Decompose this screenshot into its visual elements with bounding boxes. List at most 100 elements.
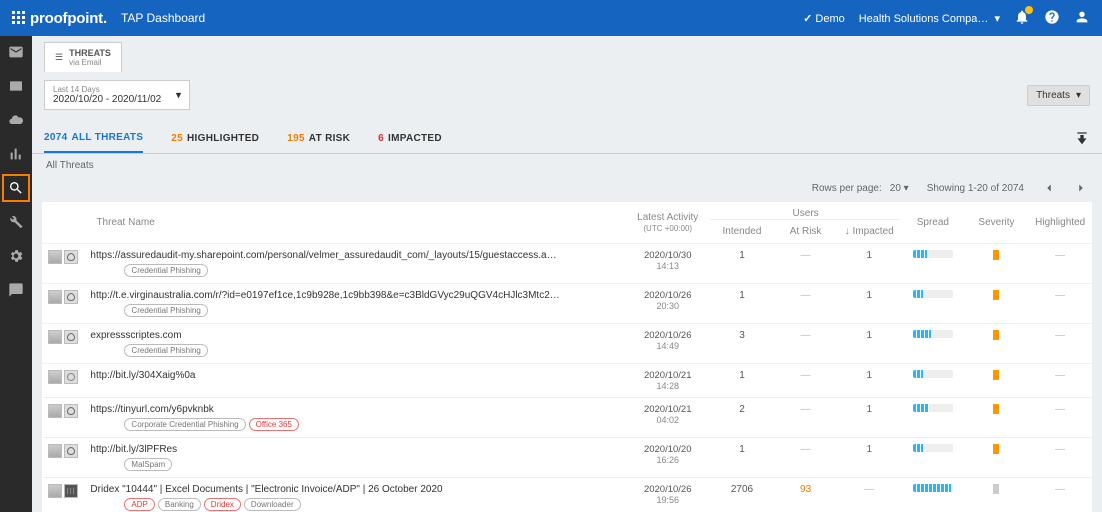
highlighted-cell: — [1028, 244, 1092, 284]
threat-type-icon [48, 404, 62, 418]
intended-count: 1 [739, 370, 745, 381]
impacted-count: 1 [866, 444, 872, 455]
threat-type-icon [48, 330, 62, 344]
threat-type-icon [48, 444, 62, 458]
bell-icon[interactable] [1014, 9, 1030, 28]
search-icon[interactable] [8, 180, 24, 196]
severity-cell [965, 364, 1029, 398]
threat-tag: Credential Phishing [124, 304, 207, 317]
threat-type-icon [48, 484, 62, 498]
threat-name-link[interactable]: http://bit.ly/304Xaig%0a [90, 370, 195, 381]
col-users-group: Users [710, 202, 901, 220]
at-risk-count: 93 [800, 484, 811, 495]
threat-name-link[interactable]: expressscriptes.com [90, 330, 181, 341]
pagination: Rows per page:20 ▾ Showing 1-20 of 2074 [32, 177, 1102, 201]
rows-per-page-select[interactable]: 20 ▾ [890, 183, 909, 194]
threat-time: 04:02 [631, 415, 704, 425]
impacted-count: 1 [866, 404, 872, 415]
page-title: TAP Dashboard [121, 11, 205, 25]
col-impacted[interactable]: ↓ Impacted [845, 226, 894, 237]
threat-tag: Banking [158, 498, 201, 511]
threat-time: 14:13 [631, 261, 704, 271]
next-page-button[interactable] [1074, 181, 1088, 195]
col-intended[interactable]: Intended [723, 226, 762, 237]
mail-icon[interactable] [8, 44, 24, 60]
col-spread[interactable]: Spread [917, 217, 949, 228]
threat-time: 16:26 [631, 455, 704, 465]
tab-sublabel: via Email [69, 58, 111, 67]
col-highlighted[interactable]: Highlighted [1035, 217, 1085, 228]
download-icon[interactable] [1074, 131, 1090, 147]
tab-at-risk[interactable]: 195AT RISK [287, 125, 350, 152]
threat-tag: Office 365 [249, 418, 299, 431]
spread-bar [913, 404, 953, 412]
breadcrumb: All Threats [32, 154, 1102, 177]
caret-down-icon: ▾ [1076, 90, 1081, 101]
tab-impacted[interactable]: 6IMPACTED [378, 125, 442, 152]
company-switcher[interactable]: Health Solutions Compa… ▾ [859, 12, 1000, 25]
table-row[interactable]: https://assuredaudit-my.sharepoint.com/p… [42, 244, 1092, 284]
threat-name-link[interactable]: https://assuredaudit-my.sharepoint.com/p… [90, 250, 560, 261]
threat-name-link[interactable]: http://t.e.virginaustralia.com/r/?id=e01… [90, 290, 560, 301]
threat-tag: MalSpam [124, 458, 172, 471]
wrench-icon[interactable] [8, 214, 24, 230]
spread-bar [913, 444, 953, 452]
caret-down-icon: ▾ [176, 89, 182, 102]
severity-cell [965, 438, 1029, 478]
col-latest[interactable]: Latest Activity [637, 212, 698, 223]
date-range-picker[interactable]: Last 14 Days 2020/10/20 - 2020/11/02 ▾ [44, 80, 190, 110]
intended-count: 2706 [731, 484, 753, 495]
threat-indicator-icon [64, 290, 78, 304]
showing-label: Showing 1-20 of 2074 [927, 183, 1024, 194]
threat-date: 2020/10/26 [631, 484, 704, 495]
threat-tag: Credential Phishing [124, 264, 207, 277]
chart-icon[interactable] [8, 146, 24, 162]
threat-name-link[interactable]: Dridex "10444" | Excel Documents | "Elec… [90, 484, 442, 495]
help-icon[interactable] [1044, 9, 1060, 28]
threat-type-icon [48, 370, 62, 384]
threat-type-icon [48, 290, 62, 304]
col-threat-name[interactable]: Threat Name [96, 217, 154, 228]
highlighted-cell: — [1028, 284, 1092, 324]
threats-table: Threat Name Latest Activity(UTC +00:00) … [42, 201, 1092, 512]
brand-logo: proofpoint. [30, 10, 107, 27]
threat-indicator-icon [64, 484, 78, 498]
severity-cell [965, 324, 1029, 364]
cloud-icon[interactable] [8, 112, 24, 128]
threat-tag: Dridex [204, 498, 241, 511]
table-row[interactable]: http://t.e.virginaustralia.com/r/?id=e01… [42, 284, 1092, 324]
col-severity[interactable]: Severity [978, 217, 1014, 228]
table-row[interactable]: http://bit.ly/304Xaig%0a 2020/10/2114:28… [42, 364, 1092, 398]
col-at-risk[interactable]: At Risk [790, 226, 822, 237]
table-row[interactable]: Dridex "10444" | Excel Documents | "Elec… [42, 478, 1092, 512]
threat-date: 2020/10/30 [631, 250, 704, 261]
highlighted-cell: — [1028, 324, 1092, 364]
table-row[interactable]: http://bit.ly/3lPFRes MalSpam 2020/10/20… [42, 438, 1092, 478]
gear-icon[interactable] [8, 248, 24, 264]
threat-name-link[interactable]: http://bit.ly/3lPFRes [90, 444, 177, 455]
threat-time: 14:28 [631, 381, 704, 391]
threat-tag: Credential Phishing [124, 344, 207, 357]
prev-page-button[interactable] [1042, 181, 1056, 195]
sidebar [0, 36, 32, 512]
severity-cell [965, 398, 1029, 438]
chat-icon[interactable] [8, 282, 24, 298]
tab-threats[interactable]: ☰ THREATS via Email [44, 42, 122, 72]
table-row[interactable]: https://tinyurl.com/y6pvknbk Corporate C… [42, 398, 1092, 438]
threat-date: 2020/10/26 [631, 290, 704, 301]
threat-date: 2020/10/26 [631, 330, 704, 341]
tab-all-threats[interactable]: 2074ALL THREATS [44, 124, 143, 153]
threat-tag: Corporate Credential Phishing [124, 418, 245, 431]
filter-threats-button[interactable]: Threats▾ [1027, 85, 1090, 106]
threat-name-link[interactable]: https://tinyurl.com/y6pvknbk [90, 404, 213, 415]
intended-count: 1 [739, 250, 745, 261]
user-icon[interactable] [1074, 9, 1090, 28]
people-icon[interactable] [8, 78, 24, 94]
threat-tag: ADP [124, 498, 154, 511]
severity-cell [965, 244, 1029, 284]
table-row[interactable]: expressscriptes.com Credential Phishing … [42, 324, 1092, 364]
threat-date: 2020/10/21 [631, 370, 704, 381]
apps-icon[interactable] [12, 11, 26, 25]
summary-tabs: 2074ALL THREATS 25HIGHLIGHTED 195AT RISK… [32, 118, 1102, 154]
tab-highlighted[interactable]: 25HIGHLIGHTED [171, 125, 259, 152]
